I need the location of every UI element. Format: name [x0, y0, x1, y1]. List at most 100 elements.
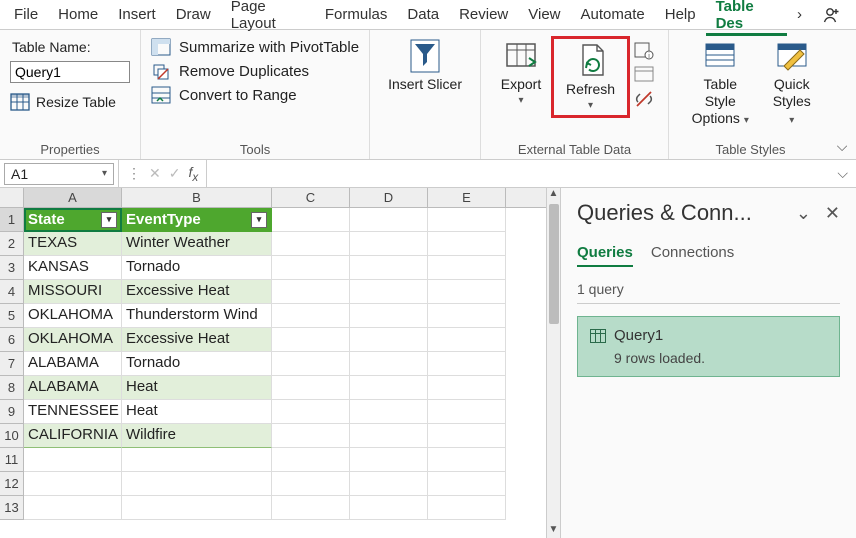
tab-draw[interactable]: Draw [166, 2, 221, 27]
cell[interactable]: Heat [122, 376, 272, 400]
cell[interactable]: ALABAMA [24, 376, 122, 400]
col-header-B[interactable]: B [122, 188, 272, 207]
open-browser-icon[interactable] [634, 66, 654, 84]
filter-icon[interactable]: ▾ [251, 212, 267, 228]
cell[interactable]: EventType▾ [122, 208, 272, 232]
refresh-button[interactable]: Refresh ▾ [558, 41, 623, 113]
cell[interactable]: State▾ [24, 208, 122, 232]
cell[interactable] [122, 448, 272, 472]
cell[interactable] [272, 472, 350, 496]
cell[interactable] [350, 472, 428, 496]
tab-help[interactable]: Help [655, 2, 706, 27]
collapse-ribbon-icon[interactable]: ⌵ [832, 138, 852, 155]
cell[interactable] [350, 376, 428, 400]
cell[interactable] [350, 400, 428, 424]
name-box[interactable]: A1 ▾ [4, 163, 114, 185]
cell[interactable]: MISSOURI [24, 280, 122, 304]
cell[interactable] [428, 472, 506, 496]
cancel-icon[interactable]: ✕ [149, 165, 161, 182]
row-header[interactable]: 10 [0, 424, 24, 448]
cell[interactable] [428, 304, 506, 328]
cell[interactable] [122, 472, 272, 496]
cell[interactable] [272, 304, 350, 328]
cell[interactable] [428, 328, 506, 352]
tab-insert[interactable]: Insert [108, 2, 166, 27]
cell[interactable] [350, 328, 428, 352]
cell[interactable] [122, 496, 272, 520]
tab-review[interactable]: Review [449, 2, 518, 27]
cell[interactable] [272, 376, 350, 400]
table-style-options-button[interactable]: Table Style Options ▾ [679, 36, 761, 140]
row-header[interactable]: 13 [0, 496, 24, 520]
close-panel-icon[interactable]: ✕ [825, 203, 840, 224]
tab-file[interactable]: File [4, 2, 48, 27]
tabs-overflow[interactable]: › [787, 2, 812, 27]
cell[interactable] [428, 256, 506, 280]
cell[interactable] [350, 304, 428, 328]
cell[interactable] [428, 400, 506, 424]
dropdown-icon[interactable]: ⋮ [127, 165, 141, 182]
cell[interactable] [350, 352, 428, 376]
cell[interactable] [350, 496, 428, 520]
cell[interactable] [272, 280, 350, 304]
query-card[interactable]: Query1 9 rows loaded. [577, 316, 840, 377]
row-header[interactable]: 6 [0, 328, 24, 352]
export-button[interactable]: Export ▾ [491, 36, 551, 108]
cell[interactable] [350, 232, 428, 256]
quick-styles-button[interactable]: Quick Styles ▾ [762, 36, 823, 140]
tab-data[interactable]: Data [397, 2, 449, 27]
collapse-panel-icon[interactable]: ⌄ [796, 203, 811, 224]
formula-input[interactable] [207, 160, 829, 187]
scroll-down-icon[interactable]: ▼ [547, 524, 560, 538]
cell[interactable]: Heat [122, 400, 272, 424]
confirm-icon[interactable]: ✓ [169, 165, 181, 182]
remove-duplicates-button[interactable]: Remove Duplicates [151, 62, 359, 80]
unlink-icon[interactable] [634, 90, 654, 108]
panel-tab-queries[interactable]: Queries [577, 244, 633, 267]
cell[interactable]: CALIFORNIA [24, 424, 122, 448]
panel-tab-connections[interactable]: Connections [651, 244, 734, 267]
cell[interactable]: Excessive Heat [122, 280, 272, 304]
cell[interactable] [272, 256, 350, 280]
row-header[interactable]: 12 [0, 472, 24, 496]
summarize-pivot-button[interactable]: Summarize with PivotTable [151, 38, 359, 56]
scroll-up-icon[interactable]: ▲ [547, 188, 560, 202]
cell[interactable] [24, 448, 122, 472]
cell[interactable] [428, 352, 506, 376]
share-icon[interactable] [812, 1, 852, 29]
cell[interactable]: OKLAHOMA [24, 328, 122, 352]
row-header[interactable]: 9 [0, 400, 24, 424]
cell[interactable] [272, 496, 350, 520]
col-header-D[interactable]: D [350, 188, 428, 207]
cell[interactable] [350, 208, 428, 232]
cell[interactable]: Winter Weather [122, 232, 272, 256]
row-header[interactable]: 2 [0, 232, 24, 256]
cell[interactable]: Tornado [122, 256, 272, 280]
row-header[interactable]: 3 [0, 256, 24, 280]
cell[interactable]: TENNESSEE [24, 400, 122, 424]
cell[interactable] [350, 280, 428, 304]
insert-slicer-button[interactable]: Insert Slicer [380, 36, 470, 140]
col-header-A[interactable]: A [24, 188, 122, 207]
chevron-down-icon[interactable]: ▾ [102, 168, 107, 179]
cell[interactable] [428, 496, 506, 520]
cell[interactable] [272, 400, 350, 424]
cell[interactable] [350, 256, 428, 280]
cell[interactable] [24, 496, 122, 520]
cell[interactable] [428, 448, 506, 472]
cell[interactable] [272, 352, 350, 376]
cell[interactable]: KANSAS [24, 256, 122, 280]
tab-home[interactable]: Home [48, 2, 108, 27]
col-header-C[interactable]: C [272, 188, 350, 207]
cell[interactable] [428, 232, 506, 256]
cell[interactable] [272, 208, 350, 232]
cell[interactable] [428, 280, 506, 304]
cell[interactable]: Excessive Heat [122, 328, 272, 352]
cell[interactable] [428, 376, 506, 400]
select-all-corner[interactable] [0, 188, 24, 207]
convert-range-button[interactable]: Convert to Range [151, 86, 359, 104]
tab-automate[interactable]: Automate [571, 2, 655, 27]
cell[interactable] [24, 472, 122, 496]
tab-formulas[interactable]: Formulas [315, 2, 398, 27]
row-header[interactable]: 8 [0, 376, 24, 400]
